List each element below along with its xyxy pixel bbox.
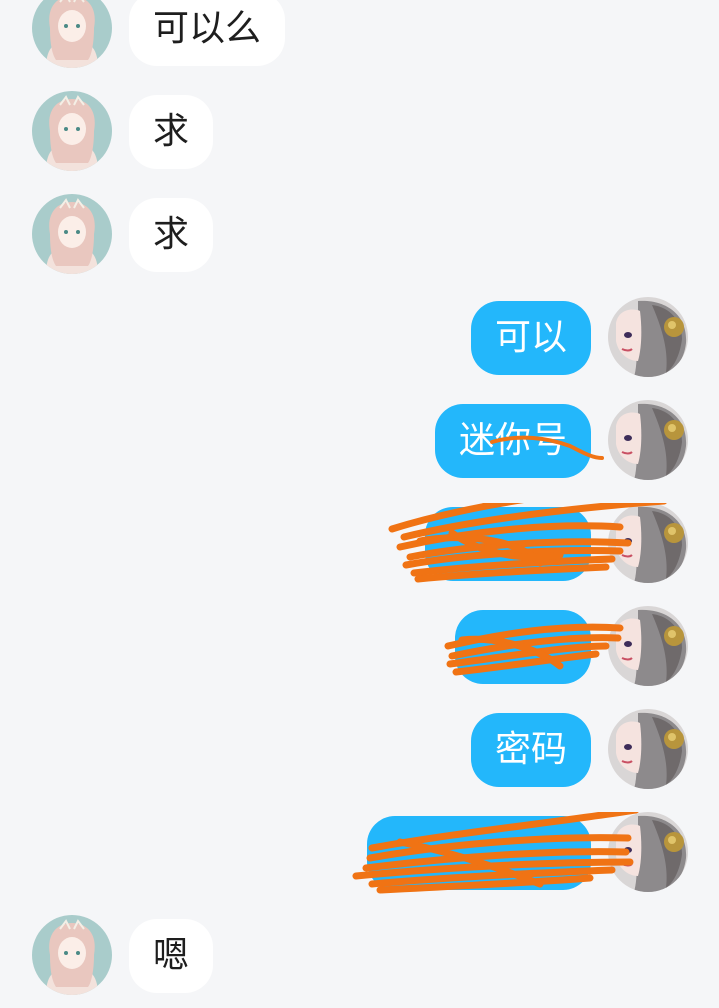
outgoing-message-bubble[interactable] (425, 507, 591, 581)
self-avatar[interactable] (608, 606, 688, 686)
contact-avatar[interactable] (32, 91, 112, 171)
message-row: 嗯 (0, 915, 719, 995)
message-row: 可以么 (0, 0, 719, 68)
incoming-message-bubble[interactable]: 可以么 (129, 0, 286, 66)
self-avatar[interactable] (608, 709, 688, 789)
message-row (0, 812, 719, 894)
incoming-message-bubble[interactable]: 求 (129, 198, 214, 272)
contact-avatar[interactable] (32, 915, 112, 995)
self-avatar[interactable] (608, 503, 688, 583)
self-avatar[interactable] (608, 400, 688, 480)
incoming-message-bubble[interactable]: 嗯 (129, 919, 214, 993)
contact-avatar[interactable] (32, 0, 112, 68)
message-row: 求 (0, 194, 719, 274)
outgoing-message-bubble[interactable]: 可以 (470, 301, 591, 375)
self-avatar[interactable] (608, 297, 688, 377)
message-row: 求 (0, 91, 719, 171)
outgoing-message-bubble[interactable]: 密码 (470, 713, 591, 787)
outgoing-message-bubble[interactable]: 迷你号 (434, 404, 591, 478)
outgoing-message-bubble[interactable] (455, 610, 591, 684)
message-row: 密码 (0, 709, 719, 789)
outgoing-message-bubble[interactable] (367, 816, 591, 890)
incoming-message-bubble[interactable]: 求 (129, 95, 214, 169)
message-row (0, 503, 719, 583)
self-avatar[interactable] (608, 812, 688, 892)
message-row (0, 606, 719, 686)
message-row: 可以 (0, 297, 719, 377)
message-row: 迷你号 (0, 400, 719, 480)
contact-avatar[interactable] (32, 194, 112, 274)
